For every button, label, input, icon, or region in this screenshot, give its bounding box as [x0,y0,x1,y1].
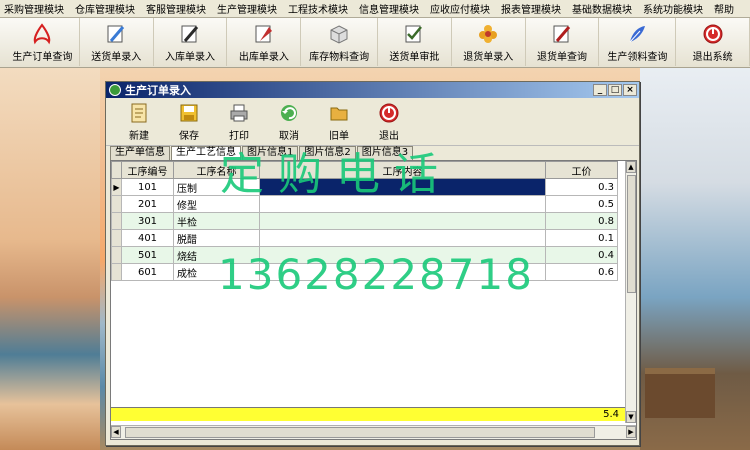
menu-information[interactable]: 信息管理模块 [359,1,419,16]
menu-reports[interactable]: 报表管理模块 [501,1,561,16]
total-row: 5.4 [111,407,627,421]
cell-code[interactable]: 201 [121,195,174,213]
menu-procurement[interactable]: 采购管理模块 [4,1,64,16]
delivery-entry-button[interactable]: 送货单录入 [80,18,154,66]
save-button[interactable]: 保存 [164,98,214,144]
price-total: 5.4 [603,409,619,420]
cell-code[interactable]: 501 [121,246,174,264]
cube-icon [327,22,351,46]
watermark-phone-number: 13628228718 [218,250,534,299]
save-icon [177,101,201,125]
main-toolbar: 生产订单查询 送货单录入 入库单录入 出库单录入 库存物料查询 送货单审批 退货… [0,18,750,68]
menu-system[interactable]: 系统功能模块 [643,1,703,16]
pen-icon [550,22,574,46]
menu-receivable-payable[interactable]: 应收应付模块 [430,1,490,16]
tab-order-info[interactable]: 生产单信息 [110,146,170,160]
printer-icon [227,101,251,125]
column-header[interactable]: 工价 [545,161,618,179]
column-header[interactable]: 工序编号 [121,161,174,179]
cell-code[interactable]: 401 [121,229,174,247]
horizontal-scrollbar[interactable]: ◀ ▶ [111,425,636,439]
document-icon [127,101,151,125]
cell-content[interactable] [259,229,546,247]
cell-price[interactable]: 0.5 [545,195,618,213]
menu-engineering[interactable]: 工程技术模块 [288,1,348,16]
menu-customer-service[interactable]: 客服管理模块 [146,1,206,16]
cell-price[interactable]: 0.6 [545,263,618,281]
vertical-scrollbar[interactable]: ▲ ▼ [625,161,636,423]
return-entry-button[interactable]: 退货单录入 [452,18,526,66]
scroll-up-icon[interactable]: ▲ [626,161,636,173]
menu-warehouse[interactable]: 仓库管理模块 [75,1,135,16]
pen-icon [178,22,202,46]
flower-icon [476,22,500,46]
feather-icon [625,22,649,46]
menu-help[interactable]: 帮助 [714,1,734,16]
material-requisition-query-button[interactable]: 生产领料查询 [599,18,677,66]
folder-icon [327,101,351,125]
cell-name[interactable]: 半检 [173,212,260,230]
flag-icon [252,22,276,46]
stock-in-entry-button[interactable]: 入库单录入 [154,18,228,66]
cell-code[interactable]: 301 [121,212,174,230]
scroll-down-icon[interactable]: ▼ [626,411,636,423]
watermark-order-hotline: 定购电话 [220,149,452,200]
menu-production[interactable]: 生产管理模块 [217,1,277,16]
close-button[interactable]: × [623,84,637,96]
table-row[interactable]: 401 脱醋 0.1 [111,229,618,247]
app-icon [109,84,121,96]
cell-price[interactable]: 0.8 [545,212,618,230]
new-button[interactable]: 新建 [114,98,164,144]
return-query-button[interactable]: 退货单查询 [526,18,600,66]
maximize-button[interactable]: □ [608,84,622,96]
current-row-indicator: ▶ [111,178,122,196]
cell-code[interactable]: 101 [121,178,174,196]
menu-bar: 采购管理模块 仓库管理模块 客服管理模块 生产管理模块 工程技术模块 信息管理模… [0,0,750,18]
cell-content[interactable] [259,212,546,230]
exit-system-button[interactable]: 退出系统 [676,18,750,66]
scroll-left-icon[interactable]: ◀ [111,426,121,438]
window-titlebar[interactable]: 生产订单录入 _ □ × [106,82,639,98]
minimize-button[interactable]: _ [593,84,607,96]
cell-name[interactable]: 脱醋 [173,229,260,247]
cell-price[interactable]: 0.4 [545,246,618,264]
pdf-icon [30,22,54,46]
scroll-thumb[interactable] [627,175,636,293]
table-row[interactable]: 301 半检 0.8 [111,212,618,230]
stock-out-entry-button[interactable]: 出库单录入 [227,18,302,66]
beach-hut-image [645,368,715,418]
cell-price[interactable]: 0.1 [545,229,618,247]
delivery-approval-button[interactable]: 送货单审批 [378,18,452,66]
menu-base-data[interactable]: 基础数据模块 [572,1,632,16]
undo-icon [277,101,301,125]
production-order-query-button[interactable]: 生产订单查询 [6,18,80,66]
check-icon [402,22,426,46]
scroll-thumb[interactable] [125,427,595,438]
cell-price[interactable]: 0.3 [545,178,618,196]
power-icon [377,101,401,125]
pen-icon [104,22,128,46]
power-icon [701,22,725,46]
process-grid: 工序编号 工序名称 工序内容 工价 ▶ 101 压制 0.3 201 修型 0.… [110,160,637,440]
cell-code[interactable]: 601 [121,263,174,281]
desktop-background [0,68,100,450]
inventory-query-button[interactable]: 库存物料查询 [301,18,379,66]
window-title: 生产订单录入 [125,84,191,97]
scroll-right-icon[interactable]: ▶ [626,426,636,438]
